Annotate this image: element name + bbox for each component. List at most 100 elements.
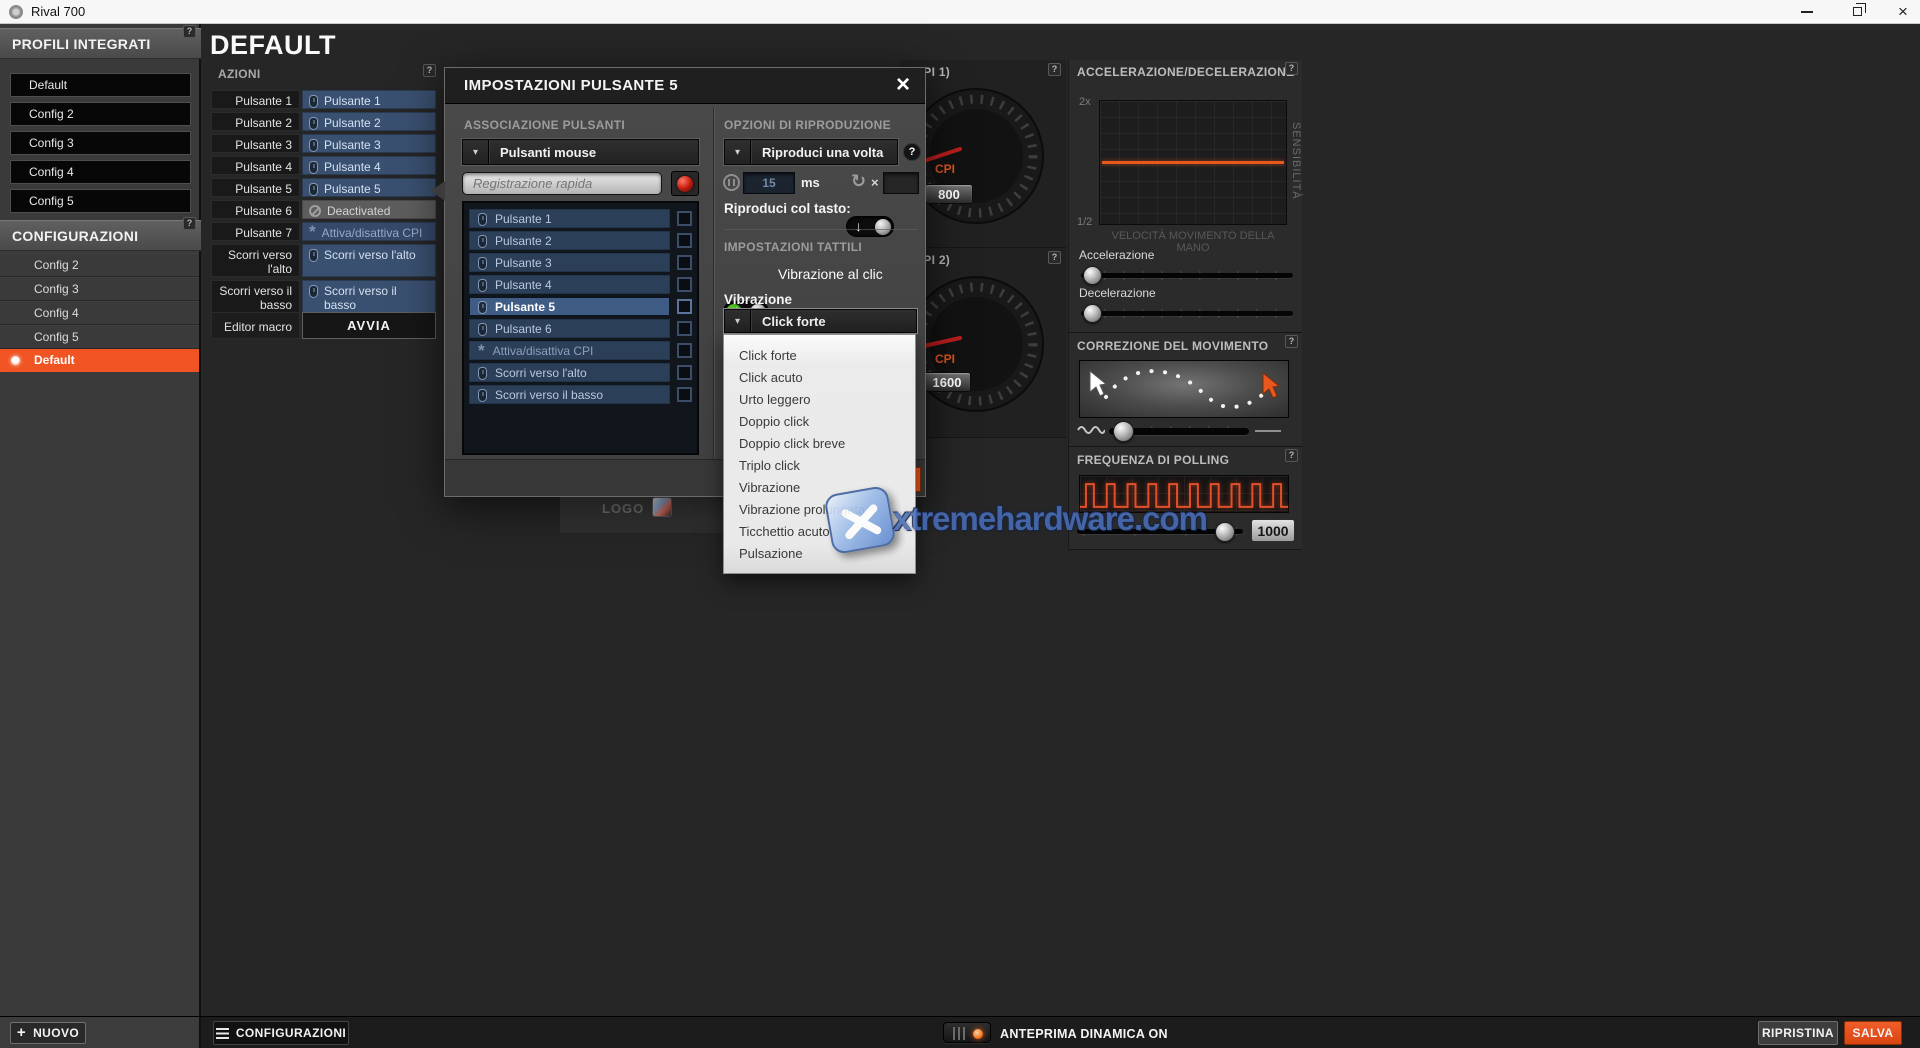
cpi2-help-icon[interactable]: ? bbox=[1048, 251, 1061, 264]
checkbox[interactable] bbox=[677, 299, 692, 314]
action-binding-button[interactable]: Pulsante 1 bbox=[302, 90, 436, 109]
checkbox[interactable] bbox=[677, 233, 692, 248]
modal-callout-arrow bbox=[431, 181, 445, 201]
action-binding-button[interactable]: Pulsante 3 bbox=[302, 134, 436, 153]
acceleration-slider-knob[interactable] bbox=[1083, 266, 1102, 285]
action-binding-button[interactable]: Pulsante 5 bbox=[302, 178, 436, 197]
binding-type-dropdown[interactable]: ▾ Pulsanti mouse bbox=[462, 139, 699, 165]
macro-label: Editor macro bbox=[211, 312, 300, 339]
vibration-option[interactable]: Ticchettio acuto bbox=[724, 521, 915, 543]
configurations-button[interactable]: CONFIGURAZIONI bbox=[213, 1021, 349, 1045]
wave-icon bbox=[1077, 426, 1105, 434]
mouse-icon bbox=[309, 139, 318, 152]
checkbox[interactable] bbox=[677, 387, 692, 402]
list-item[interactable]: Scorri verso l'alto bbox=[469, 363, 697, 382]
new-config-button[interactable]: + NUOVO bbox=[10, 1022, 86, 1044]
profile-item-config2[interactable]: Config 2 bbox=[10, 102, 191, 126]
minimize-button[interactable] bbox=[1790, 0, 1824, 23]
restore-button[interactable] bbox=[1840, 0, 1874, 23]
movement-help-icon[interactable]: ? bbox=[1285, 335, 1298, 348]
modal-close-button[interactable]: × bbox=[889, 73, 917, 99]
action-binding-button[interactable]: Scorri verso il basso bbox=[302, 280, 436, 313]
list-item[interactable]: * Attiva/disattiva CPI bbox=[469, 341, 697, 360]
profiles-list: Default Config 2 Config 3 Config 4 Confi… bbox=[10, 73, 191, 213]
cpi2-gauge[interactable] bbox=[906, 274, 1046, 414]
vibration-option[interactable]: Vibrazione bbox=[724, 477, 915, 499]
chevron-down-icon: ▾ bbox=[725, 140, 751, 164]
config-item-default-active[interactable]: Default bbox=[0, 349, 199, 372]
profile-item-config3[interactable]: Config 3 bbox=[10, 131, 191, 155]
acceleration-help-icon[interactable]: ? bbox=[1285, 62, 1298, 75]
config-item-config4[interactable]: Config 4 bbox=[0, 301, 199, 325]
duration-ms-input[interactable]: 15 bbox=[743, 172, 795, 194]
vibration-option[interactable]: Vibrazione prolungata bbox=[724, 499, 915, 521]
close-button[interactable]: × bbox=[1886, 0, 1920, 23]
action-binding-button[interactable]: Scorri verso l'alto bbox=[302, 244, 436, 277]
play-key-toggle[interactable]: ↓ bbox=[846, 216, 894, 237]
list-item-selected[interactable]: Pulsante 5 bbox=[469, 297, 697, 316]
macro-start-button[interactable]: AVVIA bbox=[302, 312, 436, 339]
vibration-option[interactable]: Urto leggero bbox=[724, 389, 915, 411]
action-binding-button[interactable]: * Attiva/disattiva CPI bbox=[302, 222, 436, 241]
checkbox[interactable] bbox=[677, 255, 692, 270]
save-button[interactable]: SALVA bbox=[1844, 1021, 1902, 1045]
action-binding-button[interactable]: Deactivated bbox=[302, 200, 436, 219]
vibration-type-dropdown[interactable]: ▾ Click forte bbox=[724, 309, 917, 333]
polling-slider[interactable] bbox=[1077, 521, 1243, 543]
action-binding-button[interactable]: Pulsante 4 bbox=[302, 156, 436, 175]
record-button[interactable] bbox=[671, 171, 699, 196]
config-item-config3[interactable]: Config 3 bbox=[0, 277, 199, 301]
pause-icon[interactable] bbox=[723, 174, 740, 191]
list-item[interactable]: Pulsante 2 bbox=[469, 231, 697, 250]
modal-divider bbox=[713, 108, 714, 458]
vibration-option[interactable]: Click forte bbox=[724, 345, 915, 367]
config-item-config5[interactable]: Config 5 bbox=[0, 325, 199, 349]
playback-mode-dropdown[interactable]: ▾ Riproduci una volta bbox=[724, 139, 898, 165]
movement-correction-header: CORREZIONE DEL MOVIMENTO bbox=[1077, 339, 1269, 353]
profile-item-default[interactable]: Default bbox=[10, 73, 191, 97]
logo-color-icon[interactable] bbox=[652, 497, 672, 517]
vibration-option[interactable]: Triplo click bbox=[724, 455, 915, 477]
action-binding-button[interactable]: Pulsante 2 bbox=[302, 112, 436, 131]
movement-correction-slider[interactable] bbox=[1109, 421, 1249, 442]
repeat-count-input[interactable] bbox=[883, 172, 919, 194]
checkbox[interactable] bbox=[677, 343, 692, 358]
deceleration-slider-knob[interactable] bbox=[1083, 304, 1102, 323]
deceleration-slider[interactable] bbox=[1081, 304, 1293, 324]
vibration-option[interactable]: Click acuto bbox=[724, 367, 915, 389]
cpi2-unit-label: CPI bbox=[935, 352, 956, 366]
checkbox[interactable] bbox=[677, 277, 692, 292]
mouse-icon bbox=[478, 234, 487, 248]
repeat-icon[interactable]: ↻ bbox=[851, 171, 866, 192]
checkbox[interactable] bbox=[677, 365, 692, 380]
list-item[interactable]: Pulsante 3 bbox=[469, 253, 697, 272]
cpi1-unit-label: CPI bbox=[935, 162, 956, 176]
config-item-config2[interactable]: Config 2 bbox=[0, 253, 199, 277]
acceleration-slider[interactable] bbox=[1081, 266, 1293, 286]
record-dot-icon bbox=[677, 175, 693, 192]
vibration-option[interactable]: Pulsazione bbox=[724, 543, 915, 565]
cpi1-gauge[interactable] bbox=[906, 86, 1046, 226]
vibration-option[interactable]: Doppio click breve bbox=[724, 433, 915, 455]
actions-help-icon[interactable]: ? bbox=[423, 64, 436, 77]
profile-item-config5[interactable]: Config 5 bbox=[10, 189, 191, 213]
list-item[interactable]: Pulsante 4 bbox=[469, 275, 697, 294]
profiles-help-icon[interactable]: ? bbox=[183, 25, 196, 38]
list-item[interactable]: Scorri verso il basso bbox=[469, 385, 697, 404]
mouse-icon bbox=[478, 300, 487, 314]
checkbox[interactable] bbox=[677, 211, 692, 226]
quick-record-input[interactable]: Registrazione rapida bbox=[462, 172, 662, 195]
polling-help-icon[interactable]: ? bbox=[1285, 449, 1298, 462]
configurations-help-icon[interactable]: ? bbox=[183, 217, 196, 230]
list-item[interactable]: Pulsante 6 bbox=[469, 319, 697, 338]
restore-defaults-button[interactable]: RIPRISTINA bbox=[1758, 1021, 1838, 1045]
vibration-option[interactable]: Doppio click bbox=[724, 411, 915, 433]
polling-slider-knob[interactable] bbox=[1215, 522, 1235, 542]
cpi1-help-icon[interactable]: ? bbox=[1048, 63, 1061, 76]
movement-slider-knob[interactable] bbox=[1113, 421, 1134, 442]
checkbox[interactable] bbox=[677, 321, 692, 336]
profile-item-config4[interactable]: Config 4 bbox=[10, 160, 191, 184]
dynamic-preview-toggle[interactable] bbox=[943, 1022, 991, 1043]
playback-help-icon[interactable]: ? bbox=[903, 143, 921, 161]
list-item[interactable]: Pulsante 1 bbox=[469, 209, 697, 228]
